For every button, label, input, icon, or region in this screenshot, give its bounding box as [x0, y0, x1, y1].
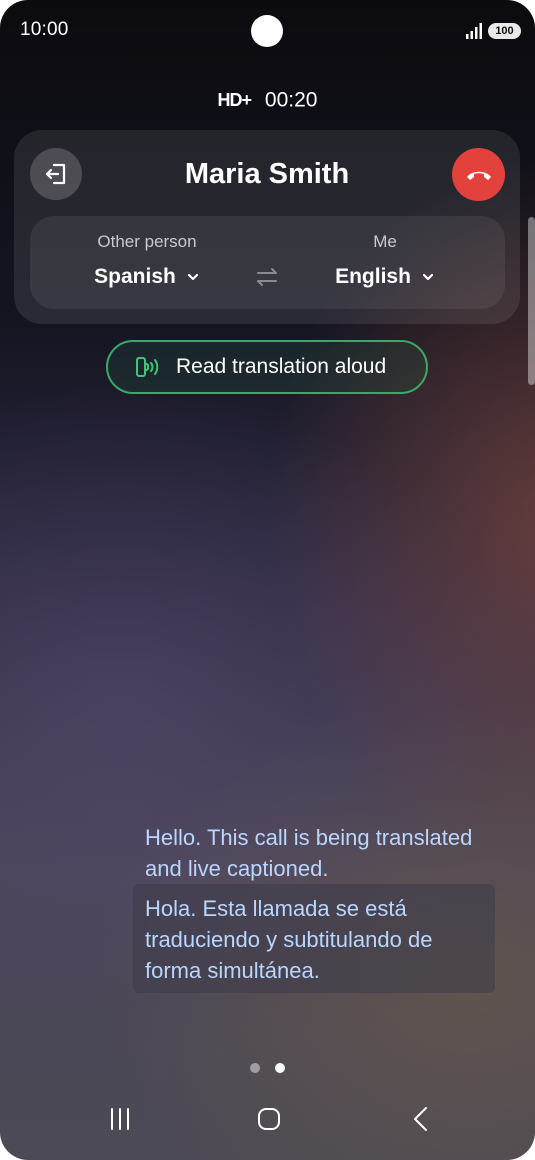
my-language-value: English — [335, 265, 411, 288]
back-icon[interactable] — [408, 1106, 434, 1132]
chevron-down-icon — [422, 273, 434, 281]
hd-voice-icon: HD+ — [217, 89, 253, 110]
battery-indicator: 100 — [488, 23, 521, 39]
other-person-language: Other person Spanish — [57, 232, 237, 289]
page-dot-1[interactable] — [250, 1063, 260, 1073]
swap-icon[interactable] — [253, 264, 281, 290]
scroll-handle[interactable] — [528, 217, 535, 385]
language-panel: Other person Spanish Me English — [30, 216, 505, 309]
my-language-select[interactable]: English — [295, 265, 475, 289]
status-time: 10:00 — [20, 19, 69, 40]
signal-icon — [466, 23, 482, 39]
call-duration: 00:20 — [264, 88, 318, 112]
other-language-select[interactable]: Spanish — [57, 265, 237, 289]
other-person-label: Other person — [97, 232, 197, 251]
my-language: Me English — [295, 232, 475, 289]
camera-cutout — [251, 15, 283, 47]
phone-screen: 10:00 100 HD+ 00:20 Maria Smith Other pe… — [0, 0, 535, 1160]
page-dot-2-active[interactable] — [275, 1063, 285, 1073]
other-language-value: Spanish — [94, 265, 176, 288]
me-label: Me — [373, 232, 397, 251]
recents-icon[interactable] — [108, 1106, 134, 1132]
speaker-wave-icon — [136, 357, 159, 377]
end-call-button[interactable] — [452, 148, 505, 201]
call-info-row: HD+ 00:20 — [0, 88, 535, 112]
home-icon[interactable] — [256, 1106, 282, 1132]
end-call-icon — [466, 171, 491, 180]
call-card: Maria Smith Other person Spanish Me Engl… — [14, 130, 520, 324]
read-translation-aloud-button[interactable]: Read translation aloud — [106, 340, 428, 394]
caller-name: Maria Smith — [184, 158, 350, 190]
chevron-down-icon — [187, 273, 198, 281]
original-caption: Hola. Esta llamada se está traduciendo y… — [145, 896, 433, 983]
translated-caption: Hello. This call is being translated and… — [145, 825, 473, 881]
read-aloud-label: Read translation aloud — [176, 355, 387, 378]
